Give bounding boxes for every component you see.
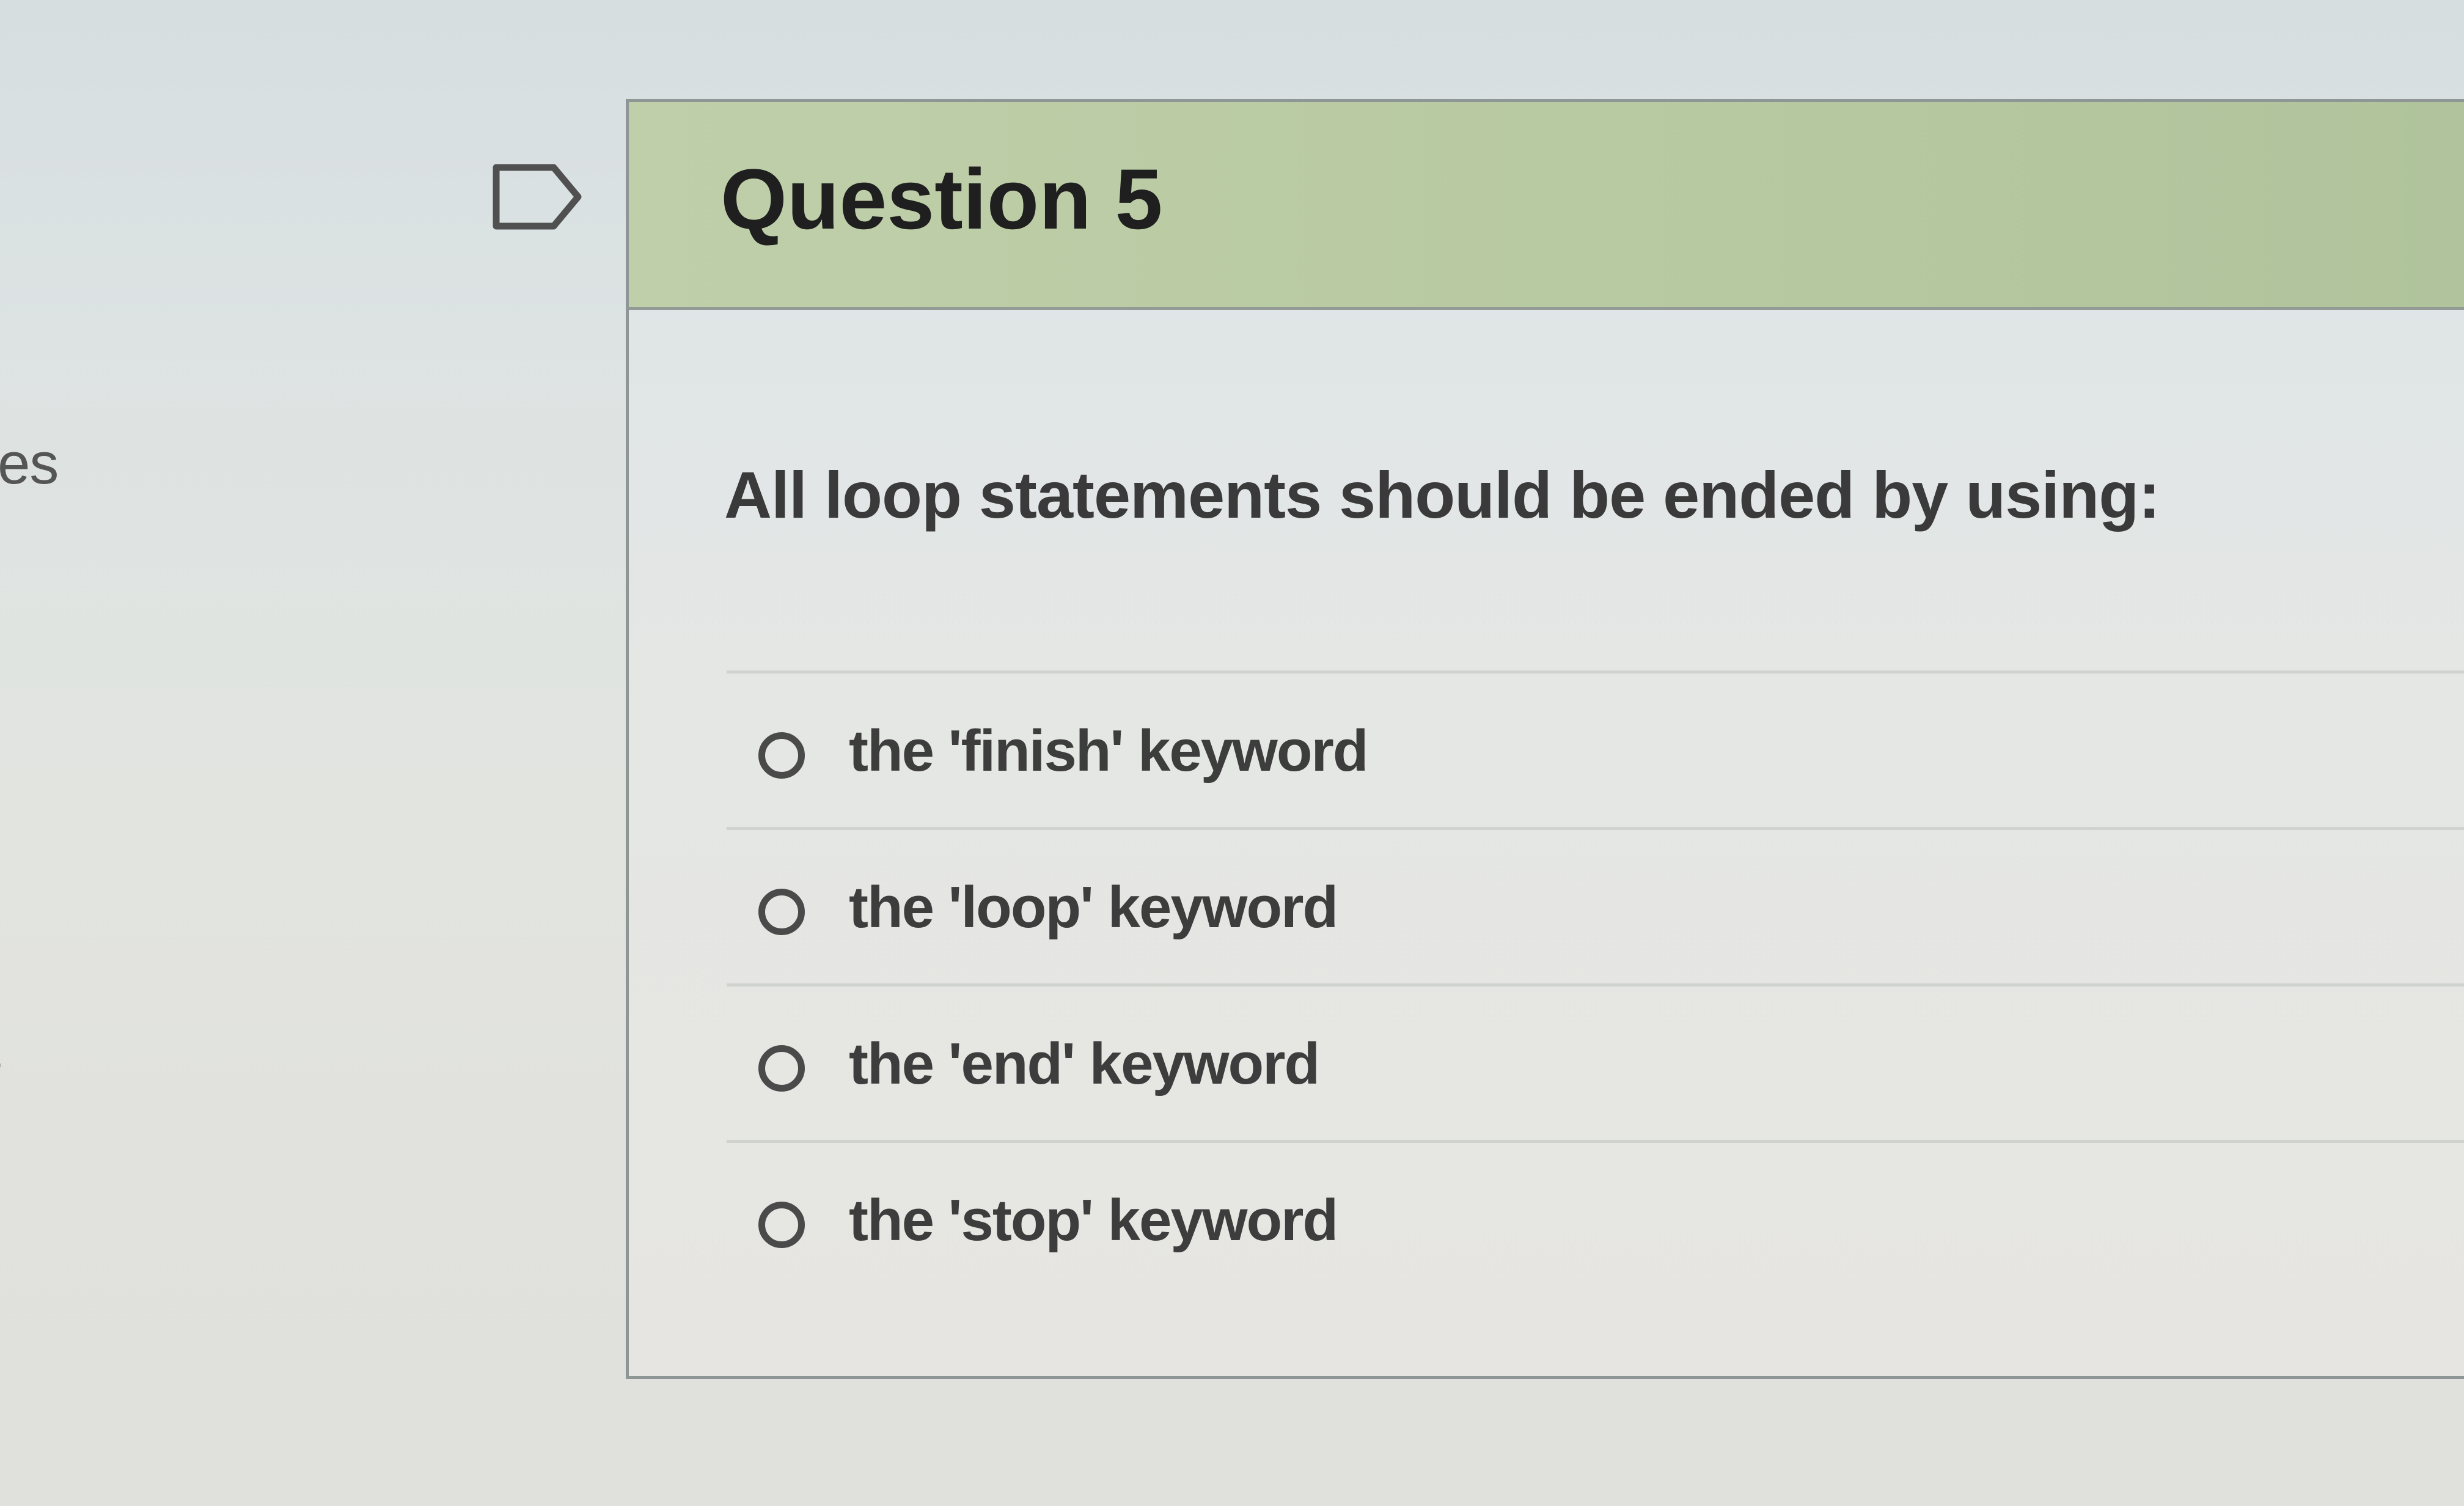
answer-option[interactable]: the 'stop' keyword (727, 1140, 2464, 1296)
sidebar-fragment-text: s (0, 1021, 2, 1088)
answer-label[interactable]: the 'loop' keyword (849, 874, 1338, 941)
answer-label[interactable]: the 'finish' keyword (849, 718, 1368, 785)
question-prompt: All loop statements should be ended by u… (724, 458, 2160, 532)
answer-option[interactable]: the 'end' keyword (727, 983, 2464, 1140)
question-header: Question 5 (629, 102, 2464, 310)
answer-list: the 'finish' keyword the 'loop' keyword … (727, 670, 2464, 1296)
radio-button[interactable] (758, 1202, 805, 1248)
answer-option[interactable]: the 'finish' keyword (727, 670, 2464, 827)
sidebar-fragment-text: es (0, 431, 59, 496)
answer-label[interactable]: the 'stop' keyword (849, 1187, 1338, 1254)
question-title: Question 5 (721, 151, 1163, 247)
radio-button[interactable] (758, 1045, 805, 1092)
radio-button[interactable] (758, 732, 805, 779)
bookmark-flag-icon[interactable] (489, 160, 587, 233)
answer-label[interactable]: the 'end' keyword (849, 1030, 1320, 1098)
answer-option[interactable]: the 'loop' keyword (727, 827, 2464, 983)
question-card: Question 5 All loop statements should be… (626, 99, 2464, 1379)
radio-button[interactable] (758, 889, 805, 935)
